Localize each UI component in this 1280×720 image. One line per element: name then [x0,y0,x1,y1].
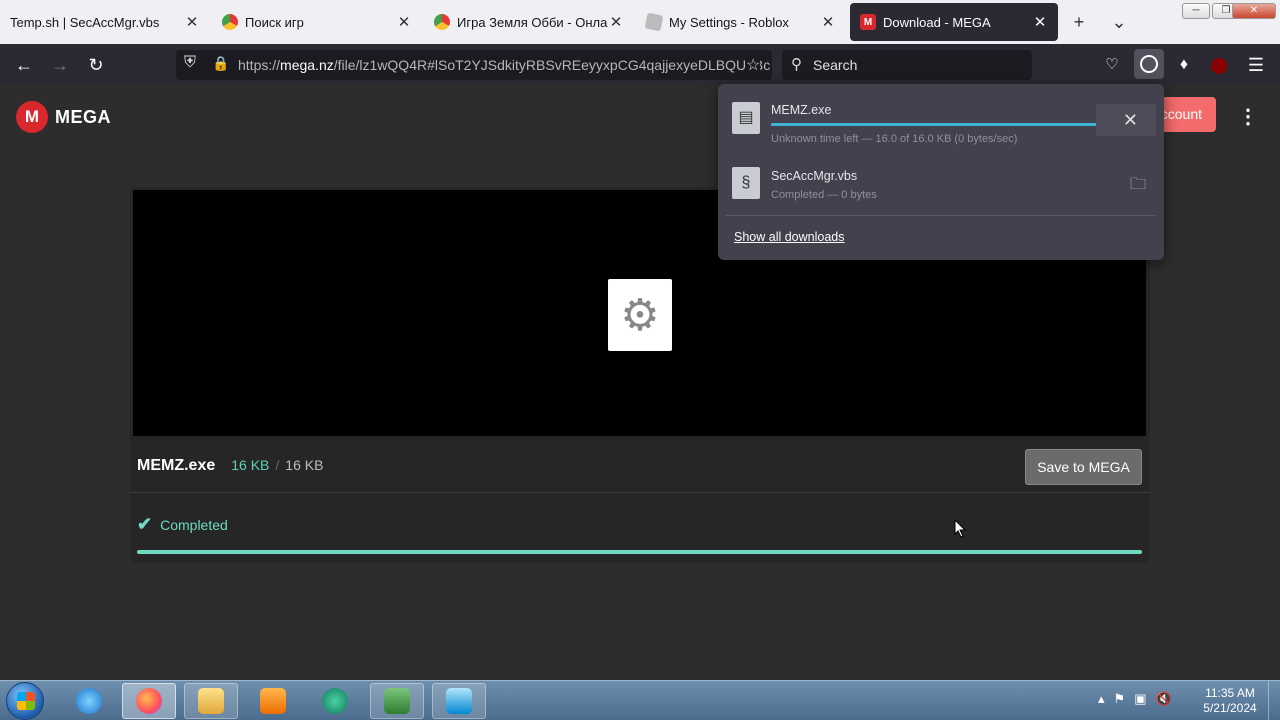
show-all-downloads-link[interactable]: Show all downloads [734,230,845,244]
lock-icon[interactable]: 🔒 [212,55,229,72]
download-name: SecAccMgr.vbs [771,169,858,183]
executable-file-icon: ⚙ [608,279,672,351]
mouse-cursor-icon [954,519,966,538]
download-status-text: Unknown time left — 16.0 of 16.0 KB (0 b… [771,133,1018,145]
menu-icon[interactable]: ☰ [1243,52,1269,78]
size-separator: / [275,457,280,473]
file-info: MEMZ.exe 16 KB / 16 KB [137,457,323,475]
game-ball-icon [222,14,238,30]
download-item[interactable]: § SecAccMgr.vbs Completed — 0 bytes 🗀 [726,155,1156,215]
exe-file-icon: ▤ [732,102,760,134]
download-progress-icon [1140,55,1158,73]
tab-strip: Temp.sh | SecAccMgr.vbs ✕ Поиск игр ✕ Иг… [0,0,1280,44]
pocket-icon[interactable]: ♡ [1099,52,1125,78]
system-clock[interactable]: 11:35 AM 5/21/2024 [1198,686,1262,716]
more-menu-icon[interactable]: ⋮ [1238,105,1258,129]
download-status-text: Completed — 0 bytes [771,189,877,201]
download-item[interactable]: ▤ MEMZ.exe Unknown time left — 16.0 of 1… [726,90,1156,150]
show-desktop-button[interactable] [1268,681,1280,720]
mega-logo[interactable]: M MEGA [16,101,111,133]
progress-fill [771,123,1097,126]
download-status: ✔ Completed [137,514,228,535]
tab-close-icon[interactable]: ✕ [608,13,624,31]
windows-logo-icon [17,692,35,710]
window-close-button[interactable]: ✕ [1232,3,1276,19]
tab-obby-game[interactable]: Игра Земля Обби - Онлайн ✕ [424,3,634,41]
file-name: MEMZ.exe [137,457,216,474]
tab-close-icon[interactable]: ✕ [184,13,200,31]
cancel-download-icon[interactable]: ✕ [1096,104,1156,136]
tab-close-icon[interactable]: ✕ [820,13,836,31]
url-host: mega.nz [280,57,334,73]
tab-title: Download - MEGA [883,14,991,30]
extensions-icon[interactable]: ♦ [1171,52,1197,78]
picture-viewer-icon[interactable] [432,683,486,719]
tab-roblox-settings[interactable]: My Settings - Roblox ✕ [636,3,846,41]
search-placeholder: Search [813,57,858,73]
downloads-button[interactable] [1134,49,1164,79]
progress-fill [137,550,1142,554]
tab-close-icon[interactable]: ✕ [396,13,412,31]
search-icon: ⚲ [791,56,802,73]
total-size: 16 KB [285,457,324,473]
status-text: Completed [160,516,228,533]
minimize-button[interactable]: ─ [1182,3,1210,19]
tab-title: My Settings - Roblox [669,14,789,30]
bookmark-star-icon[interactable]: ☆ [746,55,761,75]
taskbar: ▴ ⚑ ▣ 🔇 11:35 AM 5/21/2024 [0,680,1280,720]
script-file-icon: § [732,167,760,199]
download-name: MEMZ.exe [771,103,832,117]
save-to-mega-button[interactable]: Save to MEGA [1025,449,1142,485]
roblox-icon [644,12,664,32]
forward-arrow-icon[interactable]: → [47,52,73,78]
url-text[interactable]: https://mega.nz/file/lz1wQQ4R#lSoT2YJSdk… [238,57,770,73]
system-tray: ▴ ⚑ ▣ 🔇 [1098,691,1172,707]
divider [130,492,1150,493]
tab-temp-sh[interactable]: Temp.sh | SecAccMgr.vbs ✕ [0,3,210,41]
start-button[interactable] [6,682,44,720]
search-input[interactable]: ⚲ Search [782,50,1032,80]
tab-close-icon[interactable]: ✕ [1032,13,1048,31]
tray-expand-icon[interactable]: ▴ [1098,691,1105,707]
task-manager-icon[interactable] [370,683,424,719]
clock-time: 11:35 AM [1205,686,1255,700]
checkmark-icon: ✔ [137,514,153,534]
tab-title: Поиск игр [245,14,304,30]
url-prefix: https:// [238,57,281,73]
network-icon[interactable]: ▣ [1134,691,1146,707]
download-progress-bar [137,550,1142,554]
url-path: /file/lz1wQQ4R#lSoT2YJSdkityRBSvREeyyxpC… [333,57,771,73]
navigation-bar: ← → ↻ ⛨ 🔒 https://mega.nz/file/lz1wQQ4R#… [0,44,1280,85]
game-ball-icon [434,14,450,30]
download-item-progress [771,123,1097,126]
back-arrow-icon[interactable]: ← [11,52,37,78]
chat-app-icon[interactable] [308,683,362,719]
downloads-panel: ▤ MEMZ.exe Unknown time left — 16.0 of 1… [718,84,1164,260]
downloaded-size: 16 KB [231,457,270,473]
open-folder-icon[interactable]: 🗀 [1126,173,1150,197]
divider [726,215,1156,216]
tab-game-search[interactable]: Поиск игр ✕ [212,3,422,41]
url-bar[interactable]: ⛨ 🔒 https://mega.nz/file/lz1wQQ4R#lSoT2Y… [176,50,772,80]
new-tab-button[interactable]: + [1069,12,1089,32]
media-player-icon[interactable] [246,683,300,719]
firefox-icon[interactable] [122,683,176,719]
tab-title: Temp.sh | SecAccMgr.vbs [10,14,160,30]
tab-list-button[interactable]: ⌄ [1109,12,1129,32]
clock-date: 5/21/2024 [1203,701,1257,715]
internet-explorer-icon[interactable] [62,683,116,719]
tab-mega-download[interactable]: M Download - MEGA ✕ [850,3,1058,41]
tab-title: Игра Земля Обби - Онлайн [457,14,608,30]
ublock-icon[interactable] [1211,58,1227,74]
file-explorer-icon[interactable] [184,683,238,719]
mega-logo-text: MEGA [55,106,111,127]
mega-logo-icon: M [16,101,48,133]
shield-icon[interactable]: ⛨ [184,54,196,72]
action-center-flag-icon[interactable]: ⚑ [1114,691,1126,707]
reload-icon[interactable]: ↻ [83,52,109,78]
mega-icon: M [860,14,876,30]
volume-muted-icon[interactable]: 🔇 [1155,691,1171,707]
